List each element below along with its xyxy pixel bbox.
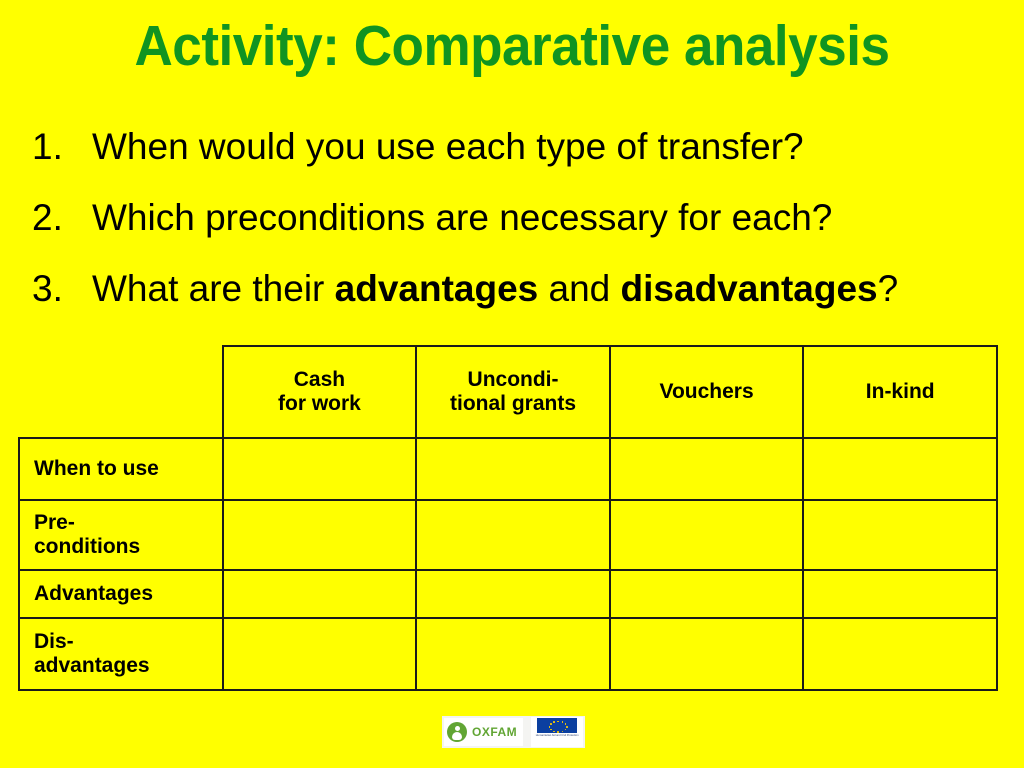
eu-logo-caption: Humanitarian Aid and Civil Protection <box>535 734 579 737</box>
table-corner-cell <box>19 346 223 438</box>
oxfam-wordmark: OXFAM <box>472 725 518 739</box>
list-item-emphasis-disadvantages: disadvantages <box>620 267 878 309</box>
table-cell[interactable] <box>608 437 805 501</box>
row-header-when-to-use: When to use <box>18 437 224 501</box>
table-cell[interactable] <box>802 569 998 619</box>
list-item-text-plain: Which preconditions are necessary for ea… <box>92 196 833 238</box>
row-header-disadvantages: Dis- advantages <box>18 617 224 691</box>
list-item: 2. Which preconditions are necessary for… <box>32 197 992 240</box>
table-row: Pre- conditions <box>18 499 998 571</box>
slide-canvas: Activity: Comparative analysis 1. When w… <box>0 0 1024 768</box>
list-item-text-plain: When would you use each type of transfer… <box>92 126 804 167</box>
oxfam-logo: OXFAM <box>444 718 524 746</box>
page-title: Activity: Comparative analysis <box>134 14 890 78</box>
table-header-row: Cash for work Uncondi- tional grants Vou… <box>19 345 998 439</box>
eu-flag-icon <box>537 718 578 733</box>
row-header-preconditions: Pre- conditions <box>18 499 224 571</box>
table-cell[interactable] <box>415 569 611 619</box>
column-header-in-kind: In-kind <box>802 345 998 439</box>
column-header-cash-for-work: Cash for work <box>221 345 418 439</box>
table-cell[interactable] <box>221 499 418 571</box>
list-item-text-conjunction: and <box>538 267 621 309</box>
list-item-number: 2. <box>32 196 63 238</box>
column-header-line-2: for work <box>278 392 361 415</box>
table-cell[interactable] <box>221 617 418 691</box>
table-cell[interactable] <box>415 617 611 691</box>
footer-logo-strip: OXFAM Humanitarian Aid and Civil Protect… <box>442 716 586 748</box>
list-item-text-plain: What are their <box>92 267 335 309</box>
question-list: 1. When would you use each type of trans… <box>32 126 992 339</box>
table-row: Advantages <box>18 569 998 619</box>
column-header-line-1: Cash <box>293 368 346 391</box>
row-header-advantages: Advantages <box>18 569 224 619</box>
row-header-line-2: advantages <box>34 654 150 677</box>
table-cell[interactable] <box>608 569 805 619</box>
table-row: When to use <box>18 437 998 501</box>
table-cell[interactable] <box>221 437 418 501</box>
table-cell[interactable] <box>221 569 418 619</box>
list-item: 3. What are their advantages and disadva… <box>32 268 992 311</box>
table-cell[interactable] <box>608 617 805 691</box>
list-item: 1. When would you use each type of trans… <box>32 126 992 169</box>
list-item-emphasis-advantages: advantages <box>334 267 539 309</box>
table-body: When to use Pre- conditions Advantages D… <box>18 437 998 691</box>
list-item-text-tail: ? <box>877 267 899 309</box>
table-cell[interactable] <box>802 617 998 691</box>
list-item-text: What are their advantages and disadvanta… <box>92 268 992 311</box>
column-header-line-1: Uncondi- <box>467 368 559 391</box>
list-item-text: When would you use each type of transfer… <box>92 126 992 169</box>
list-item-number: 1. <box>32 126 63 167</box>
column-header-line-1: In-kind <box>865 380 935 403</box>
oxfam-person-icon <box>447 722 467 742</box>
column-header-unconditional-grants: Uncondi- tional grants <box>415 345 611 439</box>
column-header-vouchers: Vouchers <box>608 345 805 439</box>
row-header-line-1: Pre- <box>34 511 75 534</box>
column-header-line-1: Vouchers <box>659 380 754 403</box>
table-cell[interactable] <box>802 499 998 571</box>
table-cell[interactable] <box>802 437 998 501</box>
table-cell[interactable] <box>608 499 805 571</box>
row-header-line-1: When to use <box>34 457 159 480</box>
list-item-number: 3. <box>32 267 63 309</box>
eu-humanitarian-aid-logo: Humanitarian Aid and Civil Protection <box>531 717 584 747</box>
row-header-line-1: Dis- <box>34 630 74 653</box>
table-row: Dis- advantages <box>18 617 998 691</box>
column-header-line-2: tional grants <box>450 392 577 415</box>
table-cell[interactable] <box>415 437 611 501</box>
row-header-line-2: conditions <box>34 535 141 558</box>
row-header-line-1: Advantages <box>34 582 154 605</box>
table-cell[interactable] <box>415 499 611 571</box>
table-header: Cash for work Uncondi- tional grants Vou… <box>19 345 998 439</box>
comparison-table: Cash for work Uncondi- tional grants Vou… <box>18 345 998 691</box>
list-item-text: Which preconditions are necessary for ea… <box>92 197 992 240</box>
